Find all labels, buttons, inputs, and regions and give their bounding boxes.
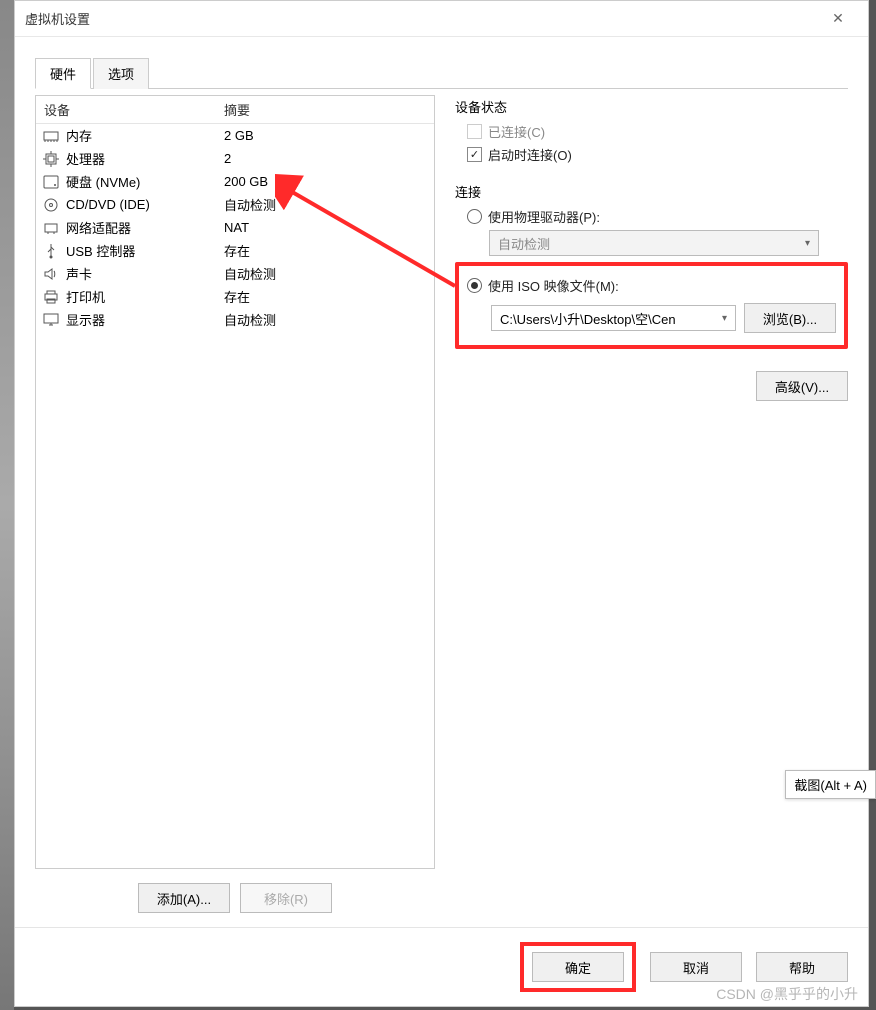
- advanced-row: 高级(V)...: [455, 371, 848, 401]
- dialog-content: 硬件 选项 设备 摘要 内存 2 GB: [15, 37, 868, 927]
- use-iso-label: 使用 ISO 映像文件(M):: [488, 276, 619, 295]
- cpu-icon: [42, 150, 60, 168]
- background-strip: [0, 0, 14, 1010]
- use-physical-label: 使用物理驱动器(P):: [488, 207, 600, 226]
- watermark: CSDN @黑乎乎的小升: [716, 984, 858, 1004]
- device-name: 处理器: [66, 149, 224, 168]
- device-row-network[interactable]: 网络适配器 NAT: [36, 216, 434, 239]
- connect-at-power-on-checkbox[interactable]: ✓: [467, 147, 482, 162]
- connected-checkbox: [467, 124, 482, 139]
- device-name: CD/DVD (IDE): [66, 197, 224, 212]
- group-device-status: 设备状态 已连接(C) ✓ 启动时连接(O): [455, 97, 848, 164]
- physical-drive-dropdown: 自动检测 ▾: [489, 230, 819, 256]
- ok-highlight: 确定: [520, 942, 636, 992]
- device-list-header: 设备 摘要: [36, 96, 434, 124]
- use-iso-row[interactable]: 使用 ISO 映像文件(M):: [467, 276, 836, 295]
- help-button[interactable]: 帮助: [756, 952, 848, 982]
- window-title: 虚拟机设置: [25, 9, 818, 28]
- device-summary: 自动检测: [224, 195, 428, 214]
- device-summary: 2: [224, 151, 428, 166]
- device-row-printer[interactable]: 打印机 存在: [36, 285, 434, 308]
- device-name: 硬盘 (NVMe): [66, 172, 224, 191]
- device-name: 显示器: [66, 310, 224, 329]
- advanced-button[interactable]: 高级(V)...: [756, 371, 848, 401]
- tab-hardware[interactable]: 硬件: [35, 58, 91, 89]
- device-summary: 存在: [224, 287, 428, 306]
- connection-title: 连接: [455, 182, 848, 201]
- device-row-disk[interactable]: 硬盘 (NVMe) 200 GB: [36, 170, 434, 193]
- connected-row: 已连接(C): [467, 122, 848, 141]
- device-summary: 200 GB: [224, 174, 428, 189]
- disc-icon: [42, 196, 60, 214]
- use-physical-row[interactable]: 使用物理驱动器(P):: [467, 207, 848, 226]
- ok-button[interactable]: 确定: [532, 952, 624, 982]
- device-summary: 存在: [224, 241, 428, 260]
- device-name: 声卡: [66, 264, 224, 283]
- header-summary: 摘要: [224, 100, 250, 119]
- tab-strip: 硬件 选项: [35, 57, 848, 89]
- device-name: USB 控制器: [66, 241, 224, 260]
- printer-icon: [42, 288, 60, 306]
- device-summary: 2 GB: [224, 128, 428, 143]
- device-name: 网络适配器: [66, 218, 224, 237]
- two-columns: 设备 摘要 内存 2 GB 处理器 2: [35, 89, 848, 917]
- remove-button: 移除(R): [240, 883, 332, 913]
- tab-options[interactable]: 选项: [93, 58, 149, 89]
- disk-icon: [42, 173, 60, 191]
- screenshot-tooltip: 截图(Alt + A): [785, 770, 876, 799]
- add-remove-row: 添加(A)... 移除(R): [35, 883, 435, 913]
- hardware-left-panel: 设备 摘要 内存 2 GB 处理器 2: [35, 89, 435, 917]
- header-device: 设备: [44, 100, 224, 119]
- iso-path-row: C:\Users\小升\Desktop\空\Cen ▾ 浏览(B)...: [491, 303, 836, 333]
- device-name: 内存: [66, 126, 224, 145]
- cancel-button[interactable]: 取消: [650, 952, 742, 982]
- browse-button[interactable]: 浏览(B)...: [744, 303, 836, 333]
- use-physical-radio[interactable]: [467, 209, 482, 224]
- use-iso-radio[interactable]: [467, 278, 482, 293]
- close-icon: ✕: [832, 10, 844, 27]
- close-button[interactable]: ✕: [818, 4, 858, 34]
- device-summary: 自动检测: [224, 264, 428, 283]
- connect-at-power-on-label: 启动时连接(O): [488, 145, 572, 164]
- connected-label: 已连接(C): [488, 122, 545, 141]
- usb-icon: [42, 242, 60, 260]
- device-summary: 自动检测: [224, 310, 428, 329]
- device-summary: NAT: [224, 220, 428, 235]
- device-row-cpu[interactable]: 处理器 2: [36, 147, 434, 170]
- chevron-down-icon: ▾: [805, 238, 810, 249]
- iso-path-value: C:\Users\小升\Desktop\空\Cen: [500, 309, 676, 328]
- memory-icon: [42, 127, 60, 145]
- device-row-sound[interactable]: 声卡 自动检测: [36, 262, 434, 285]
- vm-settings-dialog: 虚拟机设置 ✕ 硬件 选项 设备 摘要 内存 2 GB: [14, 0, 869, 1007]
- connect-at-power-on-row[interactable]: ✓ 启动时连接(O): [467, 145, 848, 164]
- titlebar: 虚拟机设置 ✕: [15, 1, 868, 37]
- iso-highlight: 使用 ISO 映像文件(M): C:\Users\小升\Desktop\空\Ce…: [455, 262, 848, 349]
- group-connection: 连接 使用物理驱动器(P): 自动检测 ▾: [455, 182, 848, 401]
- monitor-icon: [42, 311, 60, 329]
- device-row-monitor[interactable]: 显示器 自动检测: [36, 308, 434, 331]
- device-name: 打印机: [66, 287, 224, 306]
- device-list: 设备 摘要 内存 2 GB 处理器 2: [35, 95, 435, 869]
- sound-icon: [42, 265, 60, 283]
- chevron-down-icon: ▾: [722, 313, 727, 324]
- network-icon: [42, 219, 60, 237]
- device-row-usb[interactable]: USB 控制器 存在: [36, 239, 434, 262]
- device-row-cd[interactable]: CD/DVD (IDE) 自动检测: [36, 193, 434, 216]
- iso-path-combo[interactable]: C:\Users\小升\Desktop\空\Cen ▾: [491, 305, 736, 331]
- physical-drive-value: 自动检测: [498, 234, 550, 253]
- device-status-title: 设备状态: [455, 97, 848, 116]
- add-button[interactable]: 添加(A)...: [138, 883, 230, 913]
- device-row-memory[interactable]: 内存 2 GB: [36, 124, 434, 147]
